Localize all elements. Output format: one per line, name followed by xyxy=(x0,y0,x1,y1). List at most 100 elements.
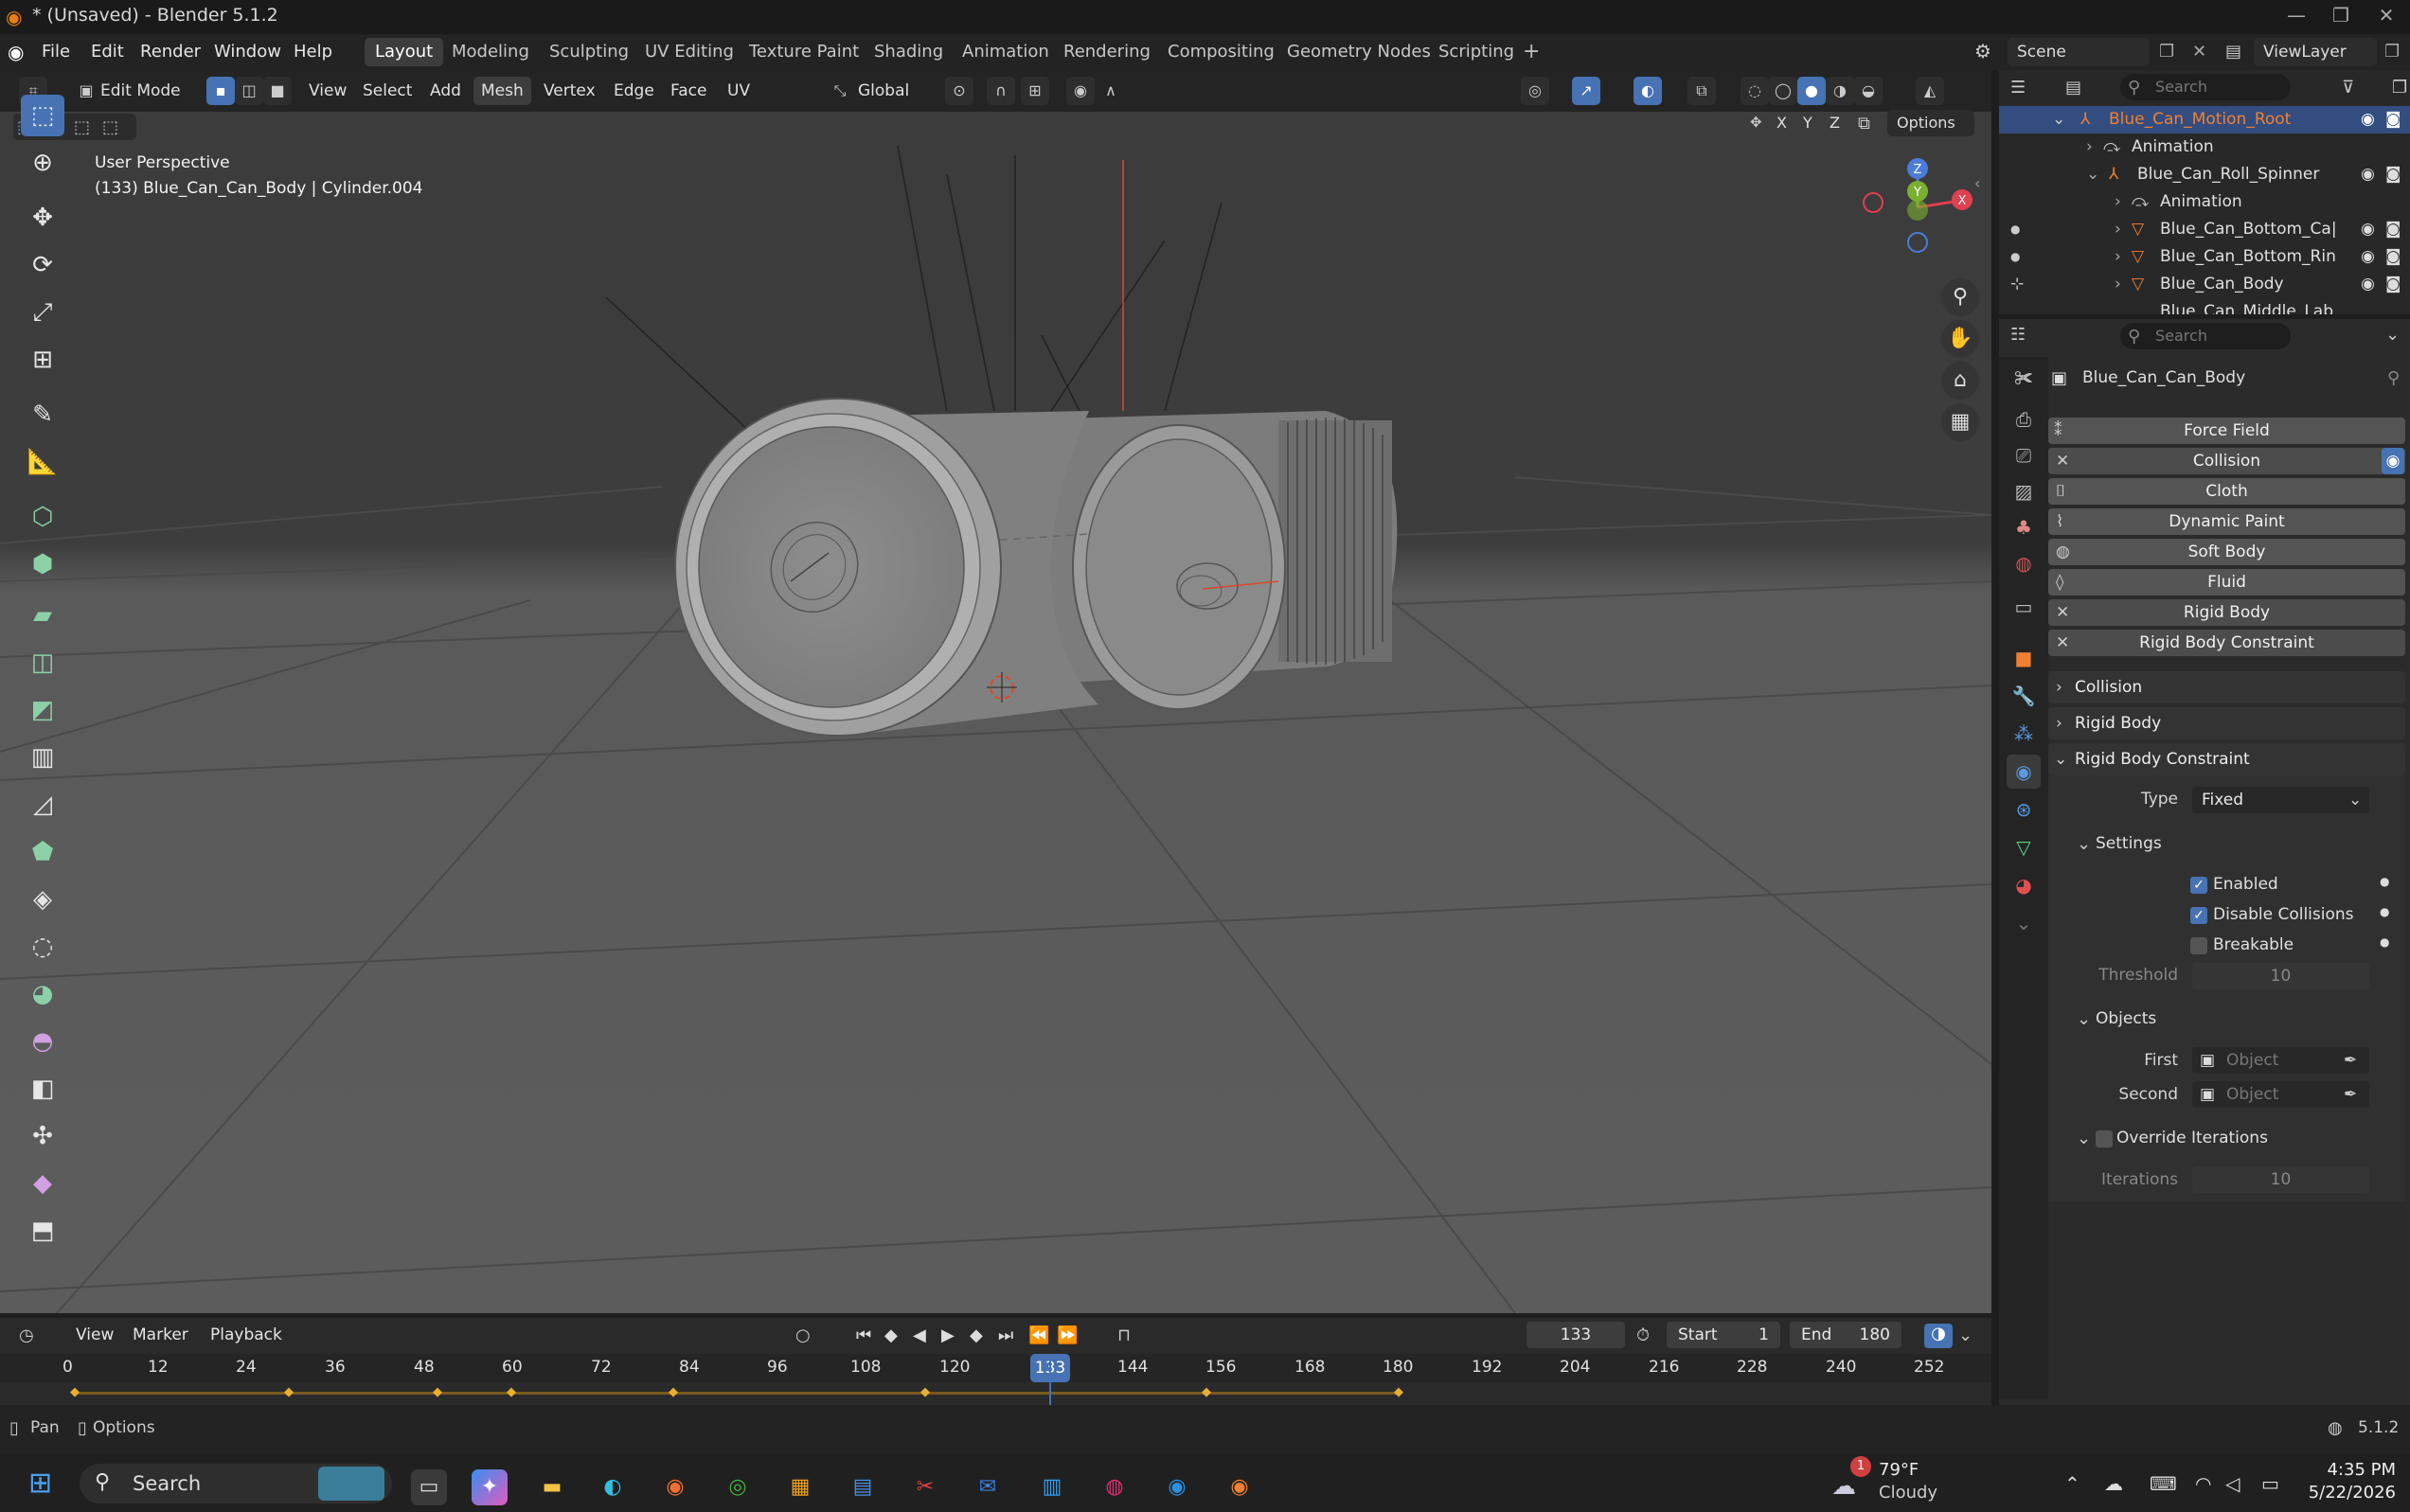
poly-build-tool-icon[interactable]: ⬟ xyxy=(21,831,64,873)
mirror-z[interactable]: Z xyxy=(1830,114,1840,132)
expand-icon[interactable]: › xyxy=(2115,271,2121,298)
tab-sculpting[interactable]: Sculpting xyxy=(539,38,639,66)
zoom-icon[interactable]: ⚲ xyxy=(1941,278,1979,316)
outliner-row[interactable]: ● › ▽ Blue_Can_Bottom_Ca| ◉ ◙ xyxy=(1999,216,2410,243)
wireframe-shading-icon[interactable]: ◌ xyxy=(1741,77,1769,105)
view-layer-icon[interactable]: ▤ xyxy=(2225,42,2241,62)
iterations-field[interactable]: 10 xyxy=(2192,1166,2369,1193)
gizmo-toggle-icon[interactable]: ↗ xyxy=(1572,77,1600,105)
tab-rendering[interactable]: Rendering xyxy=(1053,38,1161,66)
timeline-menu-view[interactable]: View xyxy=(68,1322,121,1348)
timeline-view-icon[interactable]: ◑ xyxy=(1924,1324,1953,1348)
wire-shading-icon[interactable]: ◯ xyxy=(1769,77,1797,105)
measure-tool-icon[interactable]: 📐 xyxy=(21,441,64,483)
outliner-row[interactable]: Blue_Can_Middle_Lab xyxy=(1999,298,2410,314)
keyframe-icon[interactable]: ◆ xyxy=(1394,1385,1403,1399)
start-frame-field[interactable]: Start 1 xyxy=(1667,1322,1780,1348)
timeline-menu-playback[interactable]: Playback xyxy=(203,1322,290,1348)
pin-icon[interactable]: ⚲ xyxy=(2387,368,2400,388)
collapse-icon[interactable]: ⌄ xyxy=(2052,106,2065,133)
rotate-tool-icon[interactable]: ⟳ xyxy=(21,244,64,286)
navigation-gizmo[interactable]: Z Y X xyxy=(1856,155,1979,259)
collection-tab-icon[interactable]: ▭ xyxy=(2007,590,2041,624)
prev-frame-icon[interactable]: ⏪ xyxy=(1028,1325,1049,1345)
new-collection-icon[interactable]: ❐ xyxy=(2392,78,2407,98)
minimize-icon[interactable]: — xyxy=(2277,4,2315,30)
auto-merge-icon[interactable]: ⧉ xyxy=(1858,114,1870,133)
creative-cloud-icon[interactable]: ◍ xyxy=(1097,1469,1133,1505)
prev-keyframe-icon[interactable]: ◆ xyxy=(884,1325,898,1345)
soft-body-button[interactable]: ◍ Soft Body xyxy=(2048,539,2405,565)
remove-scene-icon[interactable]: ✕ xyxy=(2192,42,2206,62)
windows-start-icon[interactable]: ⊞ xyxy=(28,1467,52,1500)
output-tab-icon[interactable]: ⎚ xyxy=(2007,438,2041,472)
snap-icon[interactable]: ∩ xyxy=(987,77,1015,105)
move-tool-icon[interactable]: ✥ xyxy=(21,197,64,239)
current-frame-field[interactable]: 133 xyxy=(1526,1322,1625,1348)
rigid-body-constraint-panel-header[interactable]: ⌄ Rigid Body Constraint xyxy=(2048,743,2405,775)
transform-orientation-selector[interactable]: Global xyxy=(850,77,917,105)
select-intersect-icon[interactable]: ⬚ xyxy=(102,117,118,137)
camera-icon[interactable]: ◙ xyxy=(2385,106,2401,133)
eyedropper-icon[interactable]: ✒ xyxy=(2344,1047,2357,1074)
clock-time[interactable]: 4:35 PM xyxy=(2311,1460,2396,1480)
blender-menu-icon[interactable]: ◉ xyxy=(8,41,24,63)
next-keyframe-icon[interactable]: ◆ xyxy=(970,1325,983,1345)
scene-selector[interactable]: Scene xyxy=(2008,38,2150,66)
extrude-region-tool-icon[interactable]: ⬢ xyxy=(21,543,64,585)
physics-tab-icon[interactable]: ◉ xyxy=(2007,755,2041,789)
menu-window[interactable]: Window xyxy=(206,39,289,65)
store-icon[interactable]: ▦ xyxy=(782,1469,818,1505)
clock-date[interactable]: 5/22/2026 xyxy=(2301,1483,2396,1503)
mirror-axis-icon[interactable]: ✥ xyxy=(1750,114,1762,131)
menu-face[interactable]: Face xyxy=(663,77,714,105)
camera-icon[interactable]: ◙ xyxy=(2385,271,2401,298)
visibility-icon[interactable]: ◎ xyxy=(1521,77,1549,105)
copy-view-layer-icon[interactable]: ❐ xyxy=(2384,42,2400,62)
xray-icon[interactable]: ⧉ xyxy=(1687,77,1716,105)
knife-tool-icon[interactable]: ◿ xyxy=(21,784,64,826)
material-shading-icon[interactable]: ◑ xyxy=(1826,77,1854,105)
objects-subpanel-header[interactable]: Objects xyxy=(2096,1009,2156,1028)
edge-browser-icon[interactable]: ◐ xyxy=(595,1469,631,1505)
filter-icon[interactable]: ⊽ xyxy=(2342,78,2354,98)
outliner-row[interactable]: › ⤼ Animation xyxy=(1999,133,2410,161)
edge-select-icon[interactable]: ◫ xyxy=(235,77,263,105)
face-select-icon[interactable]: ■ xyxy=(263,77,292,105)
stopwatch-icon[interactable]: ⏱ xyxy=(1636,1325,1650,1345)
eyedropper-icon[interactable]: ✒ xyxy=(2344,1081,2357,1108)
more-tabs-icon[interactable]: ⌄ xyxy=(2007,906,2041,940)
world-tab-icon[interactable]: ◍ xyxy=(2007,546,2041,580)
settings-subpanel-header[interactable]: Settings xyxy=(2096,834,2162,853)
file-explorer-icon[interactable]: ▬ xyxy=(534,1469,570,1505)
snap-target-icon[interactable]: ⊞ xyxy=(1021,77,1049,105)
view-layer-selector[interactable]: ViewLayer xyxy=(2254,38,2377,66)
outliner-row[interactable]: › ⤼ Animation xyxy=(1999,188,2410,216)
onedrive-icon[interactable]: ☁ xyxy=(2104,1472,2123,1495)
breakable-checkbox[interactable] xyxy=(2190,937,2207,954)
scene-tab-icon[interactable]: ♣ xyxy=(2007,510,2041,544)
outliner-row[interactable]: ⌄ ⅄ Blue_Can_Roll_Spinner ◉ ◙ xyxy=(1999,161,2410,188)
collapse-icon[interactable]: ⌄ xyxy=(2077,1129,2091,1148)
eye-icon[interactable]: ◉ xyxy=(2361,216,2375,243)
disable-collisions-checkbox[interactable]: ✓ xyxy=(2190,907,2207,924)
tab-uv-editing[interactable]: UV Editing xyxy=(634,38,744,66)
rip-region-tool-icon[interactable]: ◆ xyxy=(21,1163,64,1204)
material-tab-icon[interactable]: ◕ xyxy=(2007,868,2041,902)
rendered-shading-icon[interactable]: ◒ xyxy=(1854,77,1883,105)
tab-compositing[interactable]: Compositing xyxy=(1157,38,1285,66)
menu-edit[interactable]: Edit xyxy=(83,39,132,65)
tool-tab-icon[interactable]: ✀ xyxy=(2007,361,2041,395)
tab-shading[interactable]: Shading xyxy=(864,38,954,66)
close-icon[interactable]: ✕ xyxy=(2367,4,2405,30)
3d-viewport[interactable]: ⌗ ▣ Edit Mode ▪ ◫ ■ View Select Add Mesh… xyxy=(0,70,1991,1313)
expand-icon[interactable]: › xyxy=(2115,216,2121,243)
frame-ruler[interactable]: 0 12 24 36 48 60 72 84 96 108 120 133 14… xyxy=(0,1354,1991,1382)
enabled-checkbox[interactable]: ✓ xyxy=(2190,877,2207,894)
wifi-icon[interactable]: ◠ xyxy=(2195,1472,2211,1495)
force-field-button[interactable]: ⁑ Force Field xyxy=(2048,418,2405,444)
restore-icon[interactable]: ❐ xyxy=(2322,4,2360,30)
tab-scripting[interactable]: Scripting xyxy=(1428,38,1525,66)
outliner-row[interactable]: ● › ▽ Blue_Can_Bottom_Rin ◉ ◙ xyxy=(1999,243,2410,271)
camera-icon[interactable]: ◙ xyxy=(2385,243,2401,271)
